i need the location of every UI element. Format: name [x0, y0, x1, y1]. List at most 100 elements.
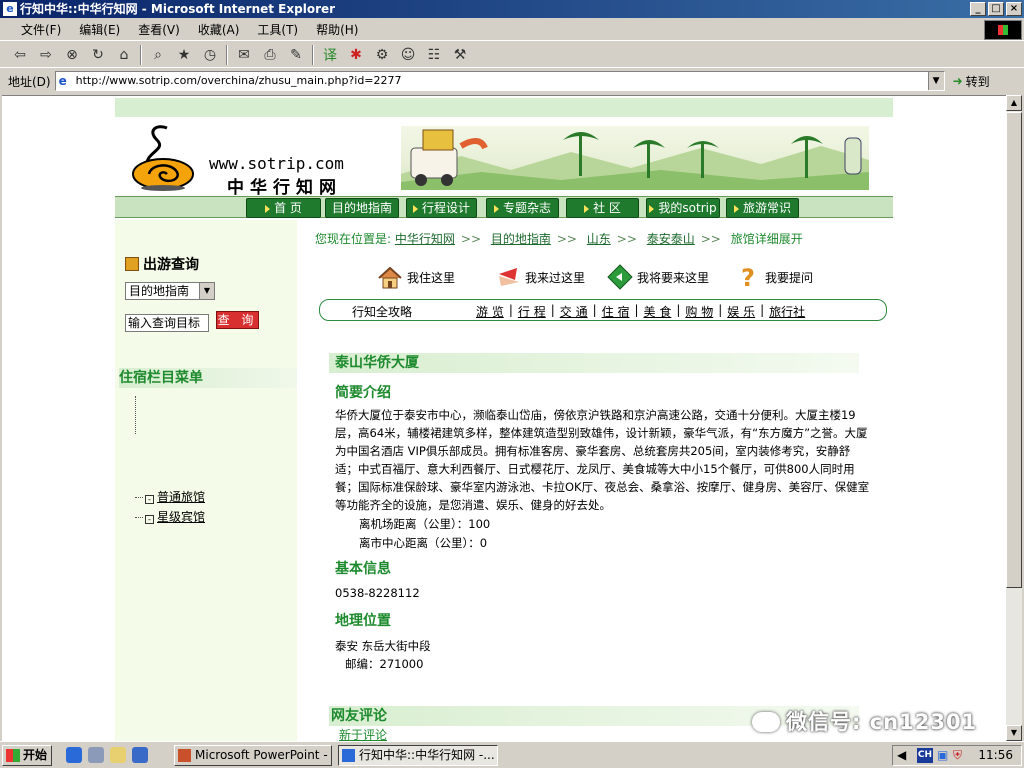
nav-label: 旅游常识: [742, 201, 791, 215]
nav-tips[interactable]: 旅游常识: [726, 198, 799, 218]
ie-icon: [342, 749, 355, 762]
discuss-icon[interactable]: ☷: [424, 45, 444, 65]
url-text: http://www.sotrip.com/overchina/zhusu_ma…: [75, 74, 402, 87]
nav-itinerary[interactable]: 行程设计: [406, 198, 477, 218]
menu-tools[interactable]: 工具(T): [248, 21, 307, 38]
maximize-button[interactable]: □: [988, 2, 1004, 16]
menu-help[interactable]: 帮助(H): [307, 21, 367, 38]
outlook-quicklaunch-icon[interactable]: [88, 747, 104, 763]
forward-icon[interactable]: ⇨: [36, 45, 56, 65]
nav-my-sotrip[interactable]: 我的sotrip: [646, 198, 720, 218]
lodge-item-star[interactable]: - 星级宾馆: [135, 508, 205, 525]
stop-icon[interactable]: ⊗: [62, 45, 82, 65]
nav-destination[interactable]: 目的地指南: [325, 198, 399, 218]
search-icon[interactable]: ⌕: [148, 45, 168, 65]
subnav-label: 行知全攻略: [352, 305, 413, 319]
desktop-quicklaunch-icon[interactable]: [110, 747, 126, 763]
breadcrumb-link[interactable]: 泰安泰山: [647, 232, 695, 246]
task-label: Microsoft PowerPoint - [...: [195, 748, 331, 762]
breadcrumb-link[interactable]: 目的地指南: [491, 232, 551, 246]
search-button[interactable]: 查 询: [216, 311, 259, 329]
mail-icon[interactable]: ✉: [234, 45, 254, 65]
taskbar: 开始 Microsoft PowerPoint - [... 行知中华::中华行…: [0, 741, 1024, 768]
refresh-icon[interactable]: ↻: [88, 45, 108, 65]
book-icon: [125, 257, 139, 271]
flag-icon: [499, 268, 519, 286]
subnav-sightseeing[interactable]: 游 览: [471, 303, 509, 320]
hotel-phone: 0538-8228112: [335, 586, 420, 600]
tool-icon[interactable]: ✱: [346, 45, 366, 65]
search-input[interactable]: 输入查询目标: [125, 314, 209, 332]
scroll-thumb[interactable]: [1006, 112, 1022, 588]
edit-icon[interactable]: ✎: [286, 45, 306, 65]
url-dropdown-icon[interactable]: ▼: [927, 72, 944, 90]
menu-favorites[interactable]: 收藏(A): [189, 21, 249, 38]
subnav-itinerary[interactable]: 行 程: [513, 303, 551, 320]
system-tray: ◀ CH ▣ ⛨ 11:56: [892, 745, 1022, 766]
language-indicator[interactable]: CH: [917, 748, 933, 763]
breadcrumb-sep-icon: >>: [616, 232, 637, 246]
subnav-shopping[interactable]: 购 物: [680, 303, 718, 320]
url-field[interactable]: e http://www.sotrip.com/overchina/zhusu_…: [54, 71, 945, 91]
breadcrumb-link[interactable]: 中华行知网: [395, 232, 455, 246]
scroll-up-icon[interactable]: ▲: [1006, 95, 1022, 111]
task-powerpoint[interactable]: Microsoft PowerPoint - [...: [174, 745, 332, 766]
translate-icon[interactable]: 译: [320, 45, 340, 65]
scroll-down-icon[interactable]: ▼: [1006, 725, 1022, 741]
home-icon[interactable]: ⌂: [114, 45, 134, 65]
powerpoint-icon: [178, 749, 191, 762]
expand-icon[interactable]: -: [145, 495, 154, 504]
subnav-entertainment[interactable]: 娱 乐: [722, 303, 760, 320]
new-review-link[interactable]: 新于评论: [339, 726, 387, 741]
media-quicklaunch-icon[interactable]: [132, 747, 148, 763]
subnav-food[interactable]: 美 食: [639, 303, 677, 320]
action-i-live-here[interactable]: 我住这里: [377, 262, 455, 292]
action-been-here[interactable]: 我来过这里: [495, 262, 585, 292]
print-icon[interactable]: ⎙: [260, 45, 280, 65]
start-button[interactable]: 开始: [2, 745, 52, 766]
clock: 11:56: [978, 748, 1013, 762]
research-icon[interactable]: ⚒: [450, 45, 470, 65]
ie-quicklaunch-icon[interactable]: [66, 747, 82, 763]
subnav-transport[interactable]: 交 通: [555, 303, 593, 320]
search-title-text: 出游查询: [143, 257, 199, 273]
menu-edit[interactable]: 编辑(E): [70, 21, 129, 38]
search-category-select[interactable]: 目的地指南 ▼: [125, 282, 215, 300]
network-icon[interactable]: ▣: [937, 746, 948, 765]
expand-icon[interactable]: -: [145, 515, 154, 524]
breadcrumb-sep-icon: >>: [460, 232, 481, 246]
back-icon[interactable]: ⇦: [10, 45, 30, 65]
nav-magazine[interactable]: 专题杂志: [486, 198, 559, 218]
messenger-icon[interactable]: ☺: [398, 45, 418, 65]
chevron-down-icon[interactable]: ▼: [199, 283, 214, 299]
breadcrumb-sep-icon: >>: [556, 232, 577, 246]
breadcrumb-link[interactable]: 山东: [587, 232, 611, 246]
vertical-scrollbar[interactable]: ▲ ▼: [1006, 95, 1022, 741]
favorites-icon[interactable]: ★: [174, 45, 194, 65]
close-button[interactable]: ×: [1006, 2, 1022, 16]
nav-label: 社 区: [593, 201, 621, 215]
nav-home[interactable]: 首 页: [246, 198, 321, 218]
volume-icon[interactable]: ◀: [897, 746, 906, 765]
windows-flag-icon: [6, 749, 20, 762]
nav-community[interactable]: 社 区: [566, 198, 639, 218]
sotrip-logo[interactable]: [127, 122, 197, 192]
windows-logo-icon: [984, 20, 1022, 40]
subnav-lodging[interactable]: 住 宿: [597, 303, 635, 320]
center-distance: 离市中心距离（公里）：0: [359, 536, 488, 550]
menu-view[interactable]: 查看(V): [129, 21, 189, 38]
menu-file[interactable]: 文件(F): [12, 21, 70, 38]
lodge-item-ordinary[interactable]: - 普通旅馆: [135, 488, 205, 505]
go-button[interactable]: ➜ 转到: [953, 73, 990, 90]
task-ie[interactable]: 行知中华::中华行知网 -...: [338, 745, 498, 766]
search-title: 出游查询: [125, 254, 199, 274]
security-icon[interactable]: ⛨: [953, 746, 962, 765]
subnav-travel-agency[interactable]: 旅行社: [764, 303, 810, 320]
site-name: 中华行知网: [227, 178, 342, 198]
action-ask-question[interactable]: ? 我要提问: [735, 262, 813, 292]
action-will-come[interactable]: 我将要来这里: [607, 262, 709, 292]
tools-icon[interactable]: ⚙: [372, 45, 392, 65]
breadcrumb: 您现在位置是: 中华行知网 >> 目的地指南 >> 山东 >> 泰安泰山 >> 旅馆详细…: [315, 230, 803, 247]
minimize-button[interactable]: _: [970, 2, 986, 16]
history-icon[interactable]: ◷: [200, 45, 220, 65]
